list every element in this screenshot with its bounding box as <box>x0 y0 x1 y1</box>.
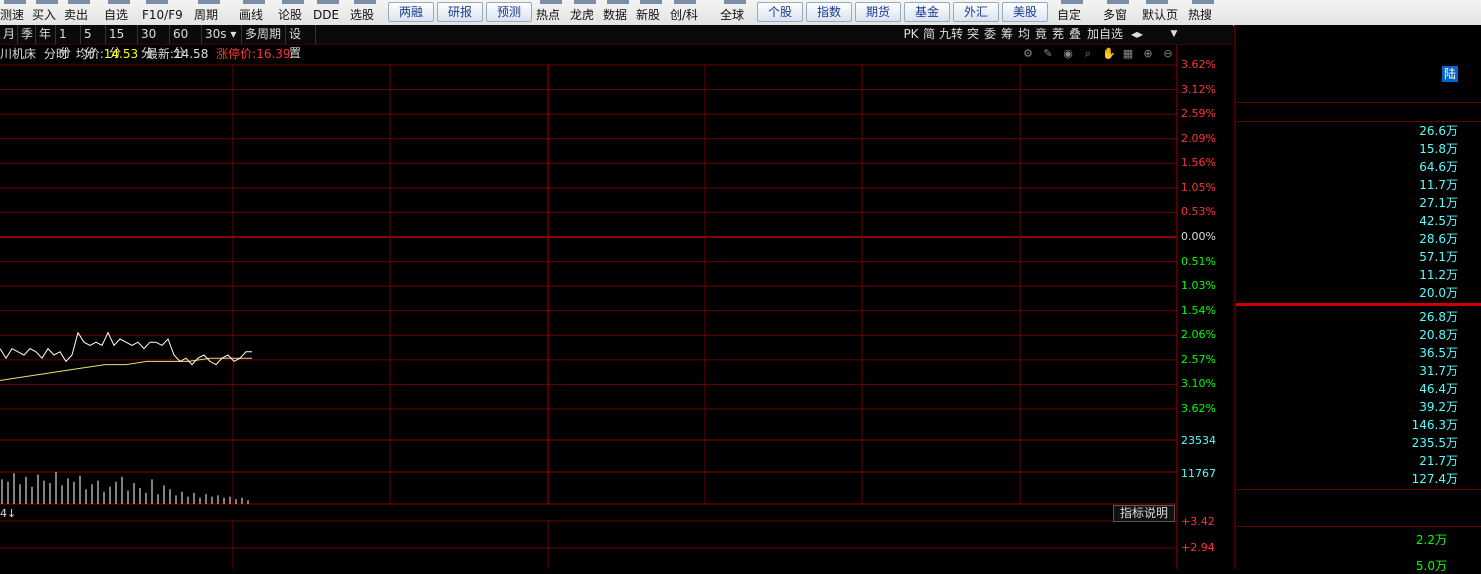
volume-axis-label: 23534 <box>1181 434 1216 447</box>
sell-volume: 64.6万 <box>1419 160 1458 174</box>
price-axis-label: 1.56% <box>1181 156 1216 170</box>
price-axis-label: 1.05% <box>1181 180 1216 194</box>
avg-price-line <box>0 357 252 381</box>
buy-volume: 26.8万 <box>1419 310 1458 324</box>
sell-volume: 27.1万 <box>1419 196 1458 210</box>
price-axis-label: 1.03% <box>1181 279 1216 293</box>
price-axis-label: 1.54% <box>1181 303 1216 317</box>
bid-ask-divider <box>1236 303 1481 306</box>
price-axis-label: 0.51% <box>1181 254 1216 268</box>
sell-volume: 42.5万 <box>1419 214 1458 228</box>
sell-volume: 11.7万 <box>1419 178 1458 192</box>
price-axis-label: 3.10% <box>1181 377 1216 391</box>
buy-volume: 46.4万 <box>1419 382 1458 396</box>
divider <box>1236 121 1481 122</box>
buy-volume: 36.5万 <box>1419 346 1458 360</box>
buy-volume: 21.7万 <box>1419 454 1458 468</box>
volume-axis-label: 11767 <box>1181 467 1216 480</box>
chart-grid <box>0 45 1178 569</box>
sell-volume: 15.8万 <box>1419 142 1458 156</box>
price-axis-label: 2.09% <box>1181 131 1216 145</box>
buy-volume: 39.2万 <box>1419 400 1458 414</box>
quote-panel: 陆 26.6万 15.8万 64.6万 11.7万 27.1万 42.5万 28.6万 57.1… <box>1234 25 1481 573</box>
market-tag: 陆 <box>1442 66 1459 82</box>
buy-volume: 127.4万 <box>1411 472 1458 486</box>
sell-volume: 26.6万 <box>1419 124 1458 138</box>
price-axis-label: 3.62% <box>1181 402 1216 415</box>
price-axis-label: 2.06% <box>1181 328 1216 342</box>
buy-volume: 235.5万 <box>1411 436 1458 450</box>
intraday-chart[interactable] <box>0 0 1233 569</box>
price-axis-label: 0.00% <box>1181 230 1216 243</box>
price-axis-label: 2.57% <box>1181 352 1216 366</box>
tick-volume: 5.0万 <box>1415 559 1447 573</box>
divider <box>1236 489 1481 490</box>
sell-volume: 11.2万 <box>1419 268 1458 282</box>
price-axis-label: 0.53% <box>1181 205 1216 219</box>
price-axis-label: 3.12% <box>1181 82 1216 96</box>
indicator-axis-label: +3.42 <box>1181 515 1215 528</box>
price-axis-label: 2.59% <box>1181 107 1216 121</box>
sell-volume: 20.0万 <box>1419 286 1458 300</box>
volume-bars <box>1 472 249 504</box>
indicator-help-button[interactable]: 指标说明 <box>1113 505 1175 522</box>
price-axis-label: 3.62% <box>1181 58 1216 71</box>
tick-volume: 2.2万 <box>1415 533 1447 547</box>
buy-volume: 146.3万 <box>1411 418 1458 432</box>
divider <box>1236 102 1481 103</box>
divider <box>1236 526 1481 527</box>
indicator-axis-label: +2.94 <box>1181 541 1215 554</box>
sell-volume: 57.1万 <box>1419 250 1458 264</box>
buy-volume: 20.8万 <box>1419 328 1458 342</box>
buy-volume: 31.7万 <box>1419 364 1458 378</box>
indicator-corner-label: 4↓ <box>0 507 17 520</box>
sell-volume: 28.6万 <box>1419 232 1458 246</box>
